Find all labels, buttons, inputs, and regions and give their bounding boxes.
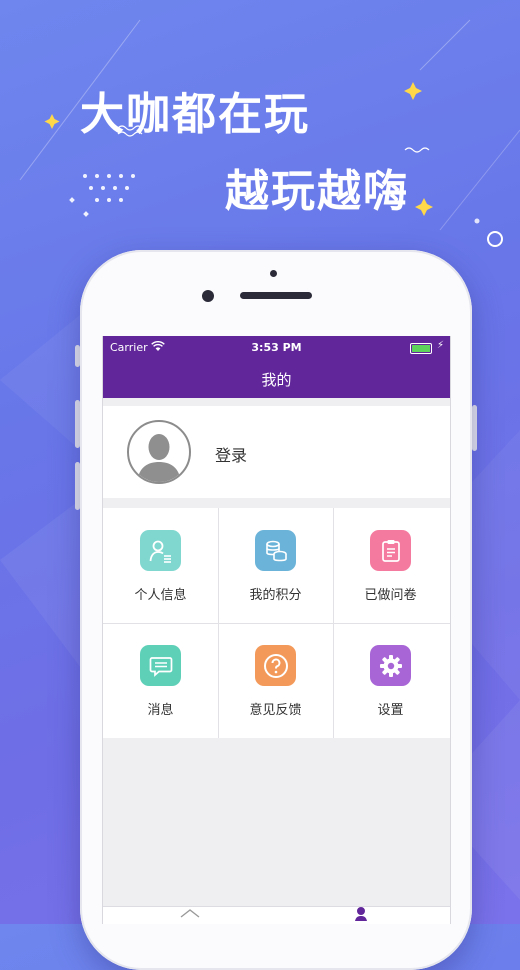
question-icon [255,645,296,686]
home-tab-icon [180,909,200,918]
promo-headline-1: 大咖都在玩 [80,89,310,140]
phone-sensor [270,270,277,277]
promo-headline-2: 越玩越嗨 [225,166,409,217]
menu-item-label: 设置 [377,703,404,718]
menu-item-feedback[interactable]: 意见反馈 [218,623,333,738]
menu-item-my-points[interactable]: 我的积分 [218,508,333,623]
tab-bar [103,906,450,924]
menu-item-messages[interactable]: 消息 [103,623,218,738]
app-screen: Carrier 3:53 PM ⚡ 我的 登录 个人信息 我的积分 已做问卷 消… [102,336,451,924]
menu-item-personal-info[interactable]: 个人信息 [103,508,218,623]
status-time: 3:53 PM [251,341,302,354]
nav-bar: Carrier 3:53 PM ⚡ 我的 [103,336,450,398]
charging-icon: ⚡ [436,340,444,351]
avatar[interactable] [127,420,191,484]
phone-camera [202,290,214,302]
menu-item-label: 已做问卷 [364,588,417,603]
coins-icon [255,530,296,571]
menu-item-label: 个人信息 [134,588,187,603]
message-icon [140,645,181,686]
profile-tab-icon [355,907,367,921]
phone-power-button [472,405,477,451]
menu-item-label: 我的积分 [249,588,302,603]
menu-item-label: 意见反馈 [249,703,302,718]
menu-item-settings[interactable]: 设置 [333,623,448,738]
login-button[interactable]: 登录 [215,442,247,466]
phone-speaker [240,292,312,299]
menu-grid: 个人信息 我的积分 已做问卷 消息 意见反馈 设置 [103,508,450,738]
person-card-icon [140,530,181,571]
gear-icon [370,645,411,686]
profile-login-row[interactable]: 登录 [103,406,450,498]
status-bar: Carrier 3:53 PM ⚡ [103,340,450,356]
menu-item-completed-surveys[interactable]: 已做问卷 [333,508,448,623]
clipboard-icon [370,530,411,571]
page-title: 我的 [261,371,292,389]
menu-item-label: 消息 [147,703,174,718]
default-avatar-icon [137,434,181,482]
battery-icon [410,343,432,354]
